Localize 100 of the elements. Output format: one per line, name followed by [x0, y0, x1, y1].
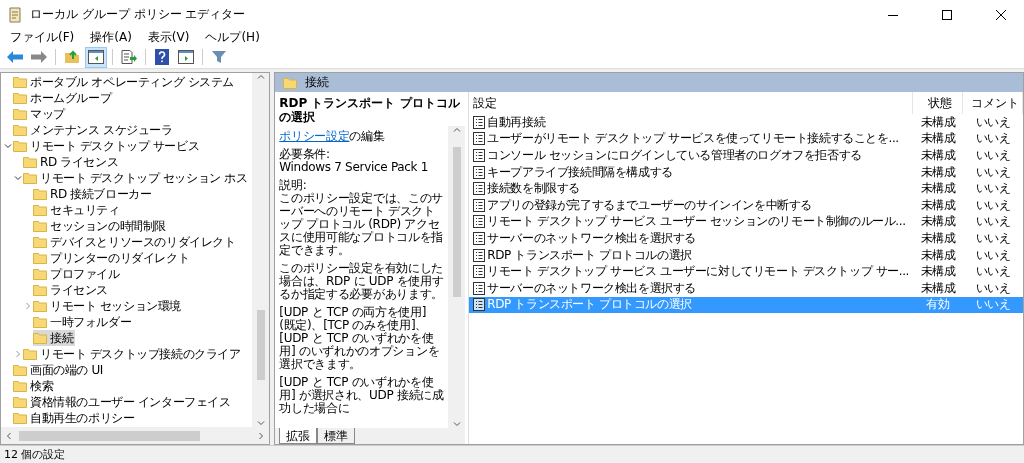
tree-item[interactable]: ライセンス — [33, 282, 110, 298]
setting-cell[interactable]: キープアライブ接続間隔を構成する — [469, 163, 913, 181]
tree-item[interactable]: 自動再生のポリシー — [13, 410, 137, 426]
setting-cell[interactable]: リモート デスクトップ サービス ユーザーに対してリモート デスクトップ サー... — [469, 263, 913, 280]
comment-cell-text: いいえ — [974, 213, 1012, 231]
close-icon — [996, 9, 1006, 20]
folder-icon — [23, 156, 37, 168]
tree-item[interactable]: 画面の端の UI — [13, 362, 105, 378]
comment-cell-text: いいえ — [974, 230, 1012, 247]
back-arrow-icon — [7, 51, 23, 63]
description-paragraph: [UDP と TCP のいずれかを使用] が選択され、UDP 接続に成功した場合に — [279, 376, 445, 415]
folder-up-icon — [64, 50, 80, 64]
folder-icon — [33, 268, 47, 280]
state-cell-text: 未構成 — [919, 114, 957, 131]
menu-item[interactable]: 操作(A) — [82, 29, 140, 46]
view-tab[interactable]: 標準 — [317, 428, 356, 444]
menu-item[interactable]: ヘルプ(H) — [197, 29, 268, 46]
column-header[interactable]: コメント — [963, 92, 1023, 114]
chevron-right-icon[interactable] — [14, 350, 22, 358]
folder-icon — [13, 140, 27, 152]
menu-item[interactable]: 表示(V) — [139, 29, 198, 46]
setting-cell[interactable]: RDP トランスポート プロトコルの選択 — [469, 246, 913, 264]
setting-cell[interactable]: 接続数を制限する — [469, 180, 913, 197]
setting-cell[interactable]: 自動再接続 — [469, 114, 913, 131]
policy-setting-icon — [473, 265, 486, 279]
scroll-thumb[interactable] — [256, 310, 265, 380]
policy-setting-icon — [473, 132, 486, 146]
tree-item[interactable]: 接続 — [33, 330, 76, 346]
folder-icon — [33, 236, 47, 248]
tree-item[interactable]: ホームグループ — [13, 90, 114, 106]
menu-item[interactable]: ファイル(F) — [2, 29, 83, 46]
tree-item[interactable]: ポータブル オペレーティング システム — [13, 74, 237, 90]
tree-item[interactable]: セッションの時間制限 — [33, 218, 168, 234]
folder-icon — [13, 364, 27, 376]
column-header[interactable]: 設定 — [469, 92, 913, 114]
help-icon — [155, 49, 169, 65]
tree-item[interactable]: 資格情報のユーザー インターフェイス — [13, 394, 233, 410]
policy-setting-icon — [473, 182, 486, 196]
scroll-thumb[interactable] — [19, 430, 201, 441]
tree-item[interactable]: リモート デスクトップ セッション ホス — [23, 170, 250, 186]
tree-item[interactable]: デバイスとリソースのリダイレクト — [33, 234, 238, 250]
tree-item[interactable]: メンテナンス スケジューラ — [13, 122, 175, 138]
policy-setting-link[interactable]: ポリシー設定 — [279, 129, 350, 143]
chevron-down-icon[interactable] — [14, 174, 22, 182]
setting-cell[interactable]: サーバーのネットワーク検出を選択する — [469, 230, 913, 247]
folder-icon — [33, 204, 47, 216]
tree-pane-icon — [88, 50, 104, 64]
chevron-down-icon[interactable] — [4, 142, 12, 150]
state-cell-text: 未構成 — [919, 147, 957, 164]
policy-setting-icon — [473, 149, 486, 162]
folder-icon — [13, 396, 27, 408]
tree-item[interactable]: プロファイル — [33, 266, 122, 282]
state-cell-text: 未構成 — [919, 246, 957, 264]
state-cell: 有効 — [913, 296, 963, 314]
setting-cell[interactable]: コンソール セッションにログインしている管理者のログオフを拒否する — [469, 147, 913, 164]
setting-cell[interactable]: リモート デスクトップ サービス ユーザー セッションのリモート制御のルール... — [469, 213, 913, 231]
policy-setting-icon — [473, 248, 486, 262]
edit-text: の編集 — [349, 129, 385, 143]
tree-item[interactable]: 検索 — [13, 378, 56, 394]
state-cell-text: 未構成 — [919, 213, 957, 231]
folder-icon — [23, 348, 37, 360]
tree-item[interactable]: 一時フォルダー — [33, 314, 134, 330]
setting-cell[interactable]: アプリの登録が完了するまでユーザーのサインインを中断する — [469, 196, 913, 214]
comment-cell-text: いいえ — [974, 163, 1012, 181]
scrollbar[interactable] — [448, 126, 466, 428]
folder-icon — [13, 380, 27, 392]
setting-cell[interactable]: ユーザーがリモート デスクトップ サービスを使ってリモート接続することを... — [469, 130, 913, 148]
policy-setting-icon — [473, 281, 486, 295]
tree-item[interactable]: セキュリティ — [33, 202, 122, 218]
policy-setting-icon — [473, 298, 486, 312]
scrollbar[interactable] — [252, 73, 270, 427]
horizontal-scrollbar[interactable] — [1, 427, 270, 444]
scroll-thumb[interactable] — [452, 147, 461, 297]
chevron-right-icon[interactable] — [24, 302, 32, 310]
tree-item[interactable]: マップ — [13, 106, 67, 122]
setting-cell[interactable]: サーバーのネットワーク検出を選択する — [469, 279, 913, 297]
folder-icon — [13, 76, 27, 88]
requirement-text: Windows 7 Service Pack 1 — [279, 161, 430, 174]
toolbar-button[interactable] — [85, 46, 107, 68]
policy-setting-icon — [473, 165, 486, 179]
tree-item[interactable]: リモート デスクトップ サービス — [13, 138, 202, 154]
comment-cell-text: いいえ — [974, 130, 1012, 148]
state-cell-text: 未構成 — [919, 163, 957, 181]
folder-icon — [33, 220, 47, 232]
tree-item[interactable]: プリンターのリダイレクト — [33, 250, 192, 266]
state-cell-text: 未構成 — [919, 130, 957, 148]
tree-item[interactable]: RD 接続ブローカー — [33, 186, 154, 202]
scroll-up-icon — [256, 73, 265, 81]
folder-icon — [23, 172, 37, 184]
explanation-label: 説明: — [279, 179, 308, 192]
tree-item[interactable]: RD ライセンス — [23, 154, 121, 170]
folder-icon — [13, 108, 27, 120]
window-title: ローカル グループ ポリシー エディター — [30, 6, 247, 23]
view-tab[interactable]: 拡張 — [279, 428, 318, 444]
column-header[interactable]: 状態 — [913, 92, 963, 114]
description-paragraph: [UDP と TCP の両方を使用] (既定)、[TCP のみを使用]、[UDP と TCP のいずれかを使用] のいずれかのオプションを選択できます。 — [279, 306, 441, 371]
comment-cell-text: いいえ — [974, 263, 1012, 280]
policy-setting-icon — [473, 215, 486, 229]
tree-item[interactable]: リモート デスクトップ接続のクライア — [23, 346, 243, 362]
tree-item[interactable]: リモート セッション環境 — [33, 298, 183, 314]
